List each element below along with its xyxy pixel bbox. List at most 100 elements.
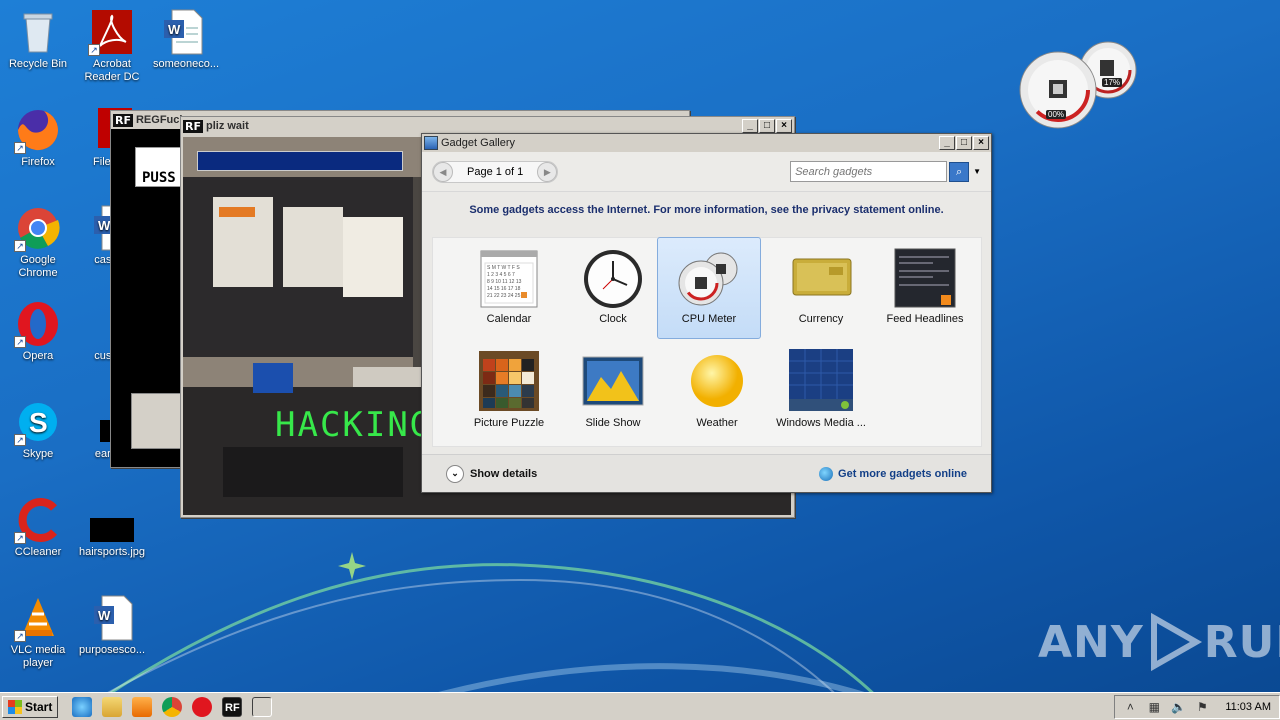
svg-text:W: W: [98, 608, 111, 623]
gadget-gallery-titlebar[interactable]: Gadget Gallery _ □ ×: [422, 134, 991, 152]
maximize-button[interactable]: □: [759, 119, 775, 133]
window-title: Gadget Gallery: [441, 137, 515, 149]
globe-icon: [819, 466, 834, 481]
show-details-toggle[interactable]: ⌄ Show details: [446, 464, 538, 483]
gadget-cpu-meter[interactable]: CPU Meter: [657, 237, 761, 339]
search-button[interactable]: ⌕: [949, 161, 970, 182]
desktop-icon-vlc[interactable]: ↗ VLC media player: [0, 594, 76, 670]
taskbar: Start RF ˄ ▦ 🔈 ⚑ 11:03 AM: [0, 692, 1280, 720]
desktop-icon-firefox[interactable]: ↗ Firefox: [0, 106, 76, 169]
search-icon: ⌕: [955, 165, 963, 178]
gadget-weather[interactable]: Weather: [665, 342, 769, 444]
word-document-icon: W: [88, 594, 136, 642]
chrome-icon[interactable]: [162, 696, 183, 717]
opera-icon[interactable]: [192, 696, 213, 717]
svg-text:S: S: [29, 407, 48, 438]
gadget-feed-headlines[interactable]: Feed Headlines: [873, 238, 977, 340]
privacy-notice[interactable]: Some gadgets access the Internet. For mo…: [422, 204, 991, 216]
desktop-icon-hairsports[interactable]: hairsports.jpg: [74, 496, 150, 559]
network-icon[interactable]: ▦: [1147, 700, 1161, 714]
gadget-currency[interactable]: Currency: [769, 238, 873, 340]
chevron-down-icon: ⌄: [446, 464, 464, 483]
get-more-gadgets-label: Get more gadgets online: [838, 467, 967, 480]
gadget-calendar[interactable]: S M T W T F S1 2 3 4 5 6 78 9 10 11 12 1…: [457, 238, 561, 340]
clock-icon: [581, 245, 645, 309]
close-button[interactable]: ×: [776, 119, 792, 133]
file-explorer-icon[interactable]: [102, 696, 123, 717]
regfuck-taskbar-icon[interactable]: RF: [222, 696, 243, 717]
app-logo-icon: RF: [183, 119, 203, 133]
firefox-icon: ↗: [14, 106, 62, 154]
next-page-button[interactable]: ▶: [537, 161, 558, 182]
gadget-grid: S M T W T F S1 2 3 4 5 6 78 9 10 11 12 1…: [432, 237, 982, 447]
action-center-flag-icon[interactable]: ⚑: [1195, 700, 1209, 714]
system-tray: ˄ ▦ 🔈 ⚑ 11:03 AM: [1114, 694, 1280, 719]
memory-readout: 17%: [1102, 78, 1123, 87]
start-label: Start: [25, 699, 53, 714]
gadget-gallery-taskbar-icon[interactable]: [252, 696, 273, 717]
cpu-readout: 00%: [1046, 110, 1067, 119]
get-more-gadgets-link[interactable]: Get more gadgets online: [819, 466, 967, 481]
close-button[interactable]: ×: [973, 136, 989, 150]
weather-sun-icon: [685, 349, 749, 413]
desktop-icon-word-doc[interactable]: W someoneco...: [148, 8, 224, 71]
media-player-icon[interactable]: [132, 696, 153, 717]
window-title: REGFuck: [135, 114, 186, 126]
search-input[interactable]: [790, 161, 948, 182]
feed-headlines-icon: [893, 245, 957, 309]
acrobat-icon: ↗: [88, 8, 136, 56]
recycle-bin-icon: [14, 8, 62, 56]
gadget-gallery-toolbar: ◀ Page 1 of 1 ▶ ⌕ ▼: [422, 152, 991, 192]
watermark-text-left: ANY: [1038, 616, 1144, 668]
gadget-slide-show[interactable]: Slide Show: [561, 342, 665, 444]
watermark-text-right: RUN: [1203, 616, 1280, 668]
window-title: pliz wait: [205, 120, 249, 132]
page-navigator: ◀ Page 1 of 1 ▶: [432, 160, 559, 183]
desktop-icon-acrobat[interactable]: ↗ Acrobat Reader DC: [74, 8, 150, 84]
start-button[interactable]: Start: [2, 695, 59, 718]
show-details-label: Show details: [470, 467, 538, 480]
gadget-clock[interactable]: Clock: [561, 238, 665, 340]
gadget-gallery-window[interactable]: Gadget Gallery _ □ × ◀ Page 1 of 1 ▶ ⌕ ▼…: [421, 133, 992, 493]
word-document-icon: W: [162, 8, 210, 56]
play-logo-icon: [1150, 612, 1202, 672]
minimize-button[interactable]: _: [939, 136, 955, 150]
regfuck-gray-panel: [131, 393, 183, 449]
slide-show-icon: [581, 349, 645, 413]
windows-media-center-icon: [789, 349, 853, 413]
volume-icon[interactable]: 🔈: [1171, 700, 1186, 714]
desktop-icon-purposesco[interactable]: W purposesco...: [74, 594, 150, 657]
maximize-button[interactable]: □: [956, 136, 972, 150]
gadget-gallery-footer: ⌄ Show details Get more gadgets online: [422, 454, 991, 492]
svg-text:21 22 23 24 25: 21 22 23 24 25: [487, 293, 521, 299]
image-file-icon: [88, 496, 136, 544]
svg-text:14 15 16 17 18: 14 15 16 17 18: [487, 286, 521, 292]
gadget-picture-puzzle[interactable]: Picture Puzzle: [457, 342, 561, 444]
page-label: Page 1 of 1: [467, 165, 524, 178]
show-hidden-icons-chevron-icon[interactable]: ˄: [1123, 700, 1137, 714]
previous-page-button[interactable]: ◀: [433, 161, 453, 182]
picture-puzzle-icon: [477, 349, 541, 413]
svg-text:8 9 10 11 12 13: 8 9 10 11 12 13: [487, 279, 522, 285]
internet-explorer-icon[interactable]: [72, 696, 93, 717]
app-logo-icon: RF: [113, 113, 133, 127]
regfuck-body-text: PUSS: [142, 170, 176, 186]
search-options-chevron-icon[interactable]: ▼: [973, 167, 981, 176]
chrome-icon: ↗: [14, 204, 62, 252]
cpu-meter-gadget[interactable]: 00% 17%: [1016, 36, 1144, 132]
desktop-icon-skype[interactable]: S ↗ Skype: [0, 398, 76, 461]
desktop-icon-recycle-bin[interactable]: Recycle Bin: [0, 8, 76, 71]
clock[interactable]: 11:03 AM: [1225, 701, 1271, 713]
desktop-icon-chrome[interactable]: ↗ Google Chrome: [0, 204, 76, 280]
search-box: ⌕ ▼: [790, 161, 981, 182]
calendar-icon: S M T W T F S1 2 3 4 5 6 78 9 10 11 12 1…: [477, 245, 541, 309]
desktop-icon-ccleaner[interactable]: ↗ CCleaner: [0, 496, 76, 559]
svg-text:S M T W T F S: S M T W T F S: [487, 265, 520, 271]
vlc-icon: ↗: [14, 594, 62, 642]
gadget-gallery-app-icon: [424, 136, 438, 150]
gadget-windows-media-center[interactable]: Windows Media ...: [769, 342, 873, 444]
regfuck-text-panel: PUSS: [135, 147, 185, 187]
minimize-button[interactable]: _: [742, 119, 758, 133]
opera-icon: ↗: [14, 300, 62, 348]
desktop-icon-opera[interactable]: ↗ Opera: [0, 300, 76, 363]
